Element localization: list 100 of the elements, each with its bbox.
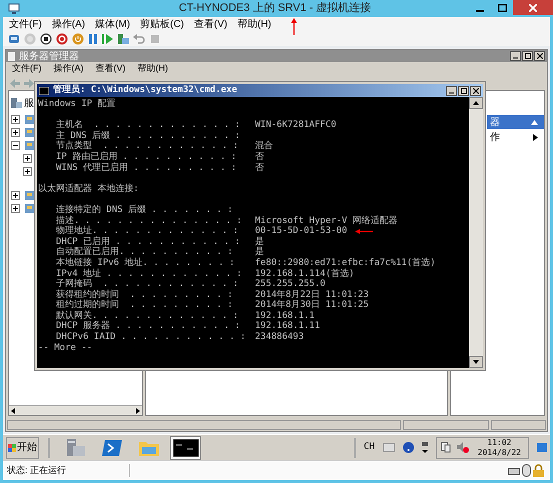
powershell-icon [102,440,122,456]
action-item[interactable]: 作 [487,129,544,145]
console-label: DHCP 已启用 . . . . . . . . . . . : [56,236,242,247]
console-icon [172,438,198,456]
expand-toggle[interactable] [11,204,20,212]
maximize-button[interactable] [522,51,533,61]
console-label: IPv4 地址 . . . . . . . . . . . . : [56,268,243,278]
target-icon[interactable] [56,32,68,44]
status-text: 状态: 正在运行 [3,464,130,478]
network-icon[interactable] [440,442,451,453]
menu-item[interactable]: 帮助(H) [138,62,168,76]
close-button[interactable] [470,86,481,96]
console-value: WIN-6K7281AFFC0 [255,120,336,131]
collapse-toggle[interactable] [11,140,20,150]
console-line: Windows IP 配置 [38,99,116,110]
power-icon[interactable] [72,32,84,44]
close-icon [529,4,537,12]
mouse-icon [522,464,531,477]
menu-item[interactable]: 查看(V) [96,62,126,76]
console-value: 255.255.255.0 [255,279,326,290]
annotation-arrow [290,18,298,35]
console-value: Microsoft Hyper-V 网络适配器 [255,216,398,226]
language-indicator[interactable]: CH [364,440,375,454]
minimize-button[interactable] [446,86,457,96]
menu-item[interactable]: 操作(A) [52,16,86,32]
menu-item[interactable]: 剪贴板(C) [140,16,184,32]
stop-icon[interactable] [40,32,52,44]
node-icon [24,126,35,138]
start-button[interactable]: 开始 [6,436,39,458]
plus-icon [13,116,18,122]
expand-toggle[interactable] [11,114,20,124]
minimize-icon [476,10,484,12]
window-title: 管理员: C:\Windows\system32\cmd.exe [53,84,238,97]
windows-logo-icon [8,444,16,452]
help-icon[interactable] [402,442,414,453]
scroll-down-icon[interactable] [469,356,483,368]
resume-icon[interactable] [102,32,113,44]
lock-icon [533,464,544,477]
vertical-scrollbar[interactable] [469,97,483,368]
menu-item[interactable]: 操作(A) [54,62,84,76]
console-icon [39,86,49,94]
console-value: 234886493 [255,332,304,343]
console-label: IP 路由已启用 . . . . . . . . . . : [56,152,238,162]
console-label: WINS 代理已启用 . . . . . . . . . : [56,162,238,174]
keyboard-icon[interactable] [8,32,20,44]
expand-toggle[interactable] [11,190,20,200]
scroll-up-icon[interactable] [469,97,483,109]
console-value: 是 [255,247,264,258]
node-icon [24,114,35,124]
horizontal-scrollbar[interactable] [9,405,142,415]
undo-icon[interactable] [133,32,145,44]
maximize-icon [524,53,530,59]
menu-item[interactable]: 文件(F) [9,16,42,32]
expand-toggle[interactable] [23,166,32,176]
console-value: 2014年8月22日 11:01:23 [255,290,369,300]
maximize-button[interactable] [458,86,469,96]
checkpoint-icon[interactable] [117,32,129,44]
console-label: 物理地址. . . . . . . . . . . . . : [56,226,240,236]
console-label: 主机名 . . . . . . . . . . . . . : [56,120,242,130]
taskbar-app[interactable] [170,436,201,460]
tree-header[interactable]: 服 [24,96,34,110]
console-value: 00-15-5D-01-53-00 [255,226,348,236]
pause-icon[interactable] [88,32,98,44]
window-title: CT-HYNODE3 上的 SRV1 - 虚拟机连接 [178,0,372,16]
node-icon [24,140,35,150]
window-title: 服务器管理器 [19,50,79,64]
muted-speaker-icon[interactable] [456,442,469,453]
app-icon [8,52,15,60]
minimize-button[interactable] [510,51,521,61]
menu-item[interactable]: 查看(V) [194,16,228,32]
console-value: fe80::2980:ed71:efbc:fa7c%11(首选) [255,258,436,268]
close-button[interactable] [534,51,545,61]
console-label: 获得租约的时间 . . . . . . . . . : [56,290,234,300]
scroll-left-icon[interactable] [9,406,17,414]
console-label: 连接特定的 DNS 后缀 . . . . . . . : [56,204,234,216]
console-label: DHCPv6 IAID . . . . . . . . . . . : [56,332,247,343]
plus-icon [25,156,30,160]
console-value: 否 [255,162,264,174]
node-icon [24,190,35,200]
console-value: 混合 [255,141,273,152]
app-icon [8,2,20,14]
close-icon [536,53,542,59]
maximize-icon [460,88,466,94]
clock[interactable]: 11:02 2014/8/22 [474,438,524,458]
overflow-icon[interactable] [422,442,428,454]
menu-item[interactable]: 媒体(M) [95,16,130,32]
actions-header[interactable]: 器 [487,115,544,129]
console-line: -- More -- [38,342,92,354]
scroll-right-icon[interactable] [134,406,142,414]
console-label: 子网掩码 . . . . . . . . . . . . : [56,279,240,290]
console-value: 192.168.1.114(首选) [255,268,354,279]
expand-toggle[interactable] [23,154,32,162]
plus-icon [25,168,30,174]
plus-icon [13,192,18,198]
console-label: 主 DNS 后缀 . . . . . . . . . . . : [56,130,242,141]
plus-icon [13,206,18,210]
menu-item[interactable]: 文件(F) [12,62,42,76]
expand-toggle[interactable] [11,128,20,136]
start-icon[interactable] [24,32,36,44]
menu-item[interactable]: 帮助(H) [237,16,272,32]
